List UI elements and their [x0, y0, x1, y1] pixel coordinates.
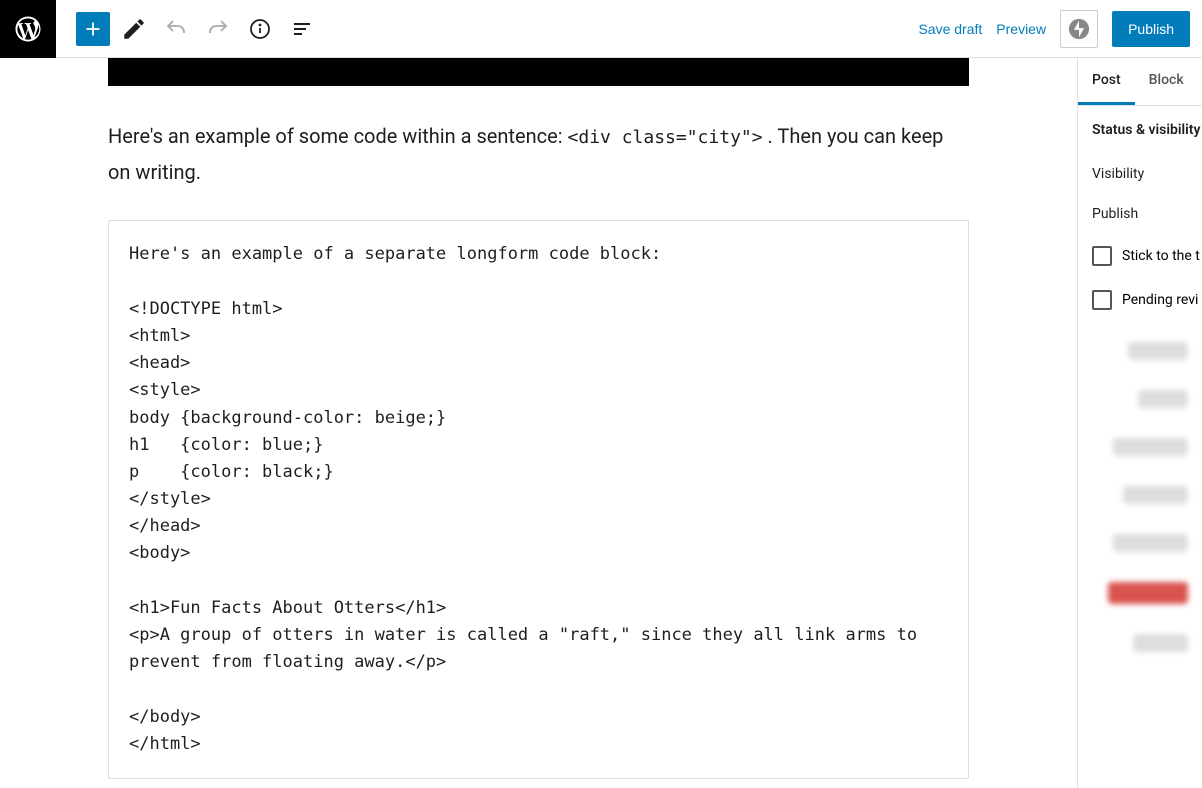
code-block[interactable]: Here's an example of a separate longform…	[108, 220, 969, 779]
wordpress-logo[interactable]	[0, 0, 56, 58]
pending-checkbox[interactable]	[1092, 290, 1112, 310]
jetpack-icon	[1068, 18, 1090, 40]
undo-icon	[164, 17, 188, 41]
publish-button[interactable]: Publish	[1112, 11, 1190, 47]
tab-block[interactable]: Block	[1135, 58, 1198, 105]
outline-icon	[290, 17, 314, 41]
sidebar-tabs: Post Block	[1078, 58, 1202, 106]
editor-canvas[interactable]: Here's an example of some code within a …	[0, 58, 1077, 788]
undo-button[interactable]	[158, 11, 194, 47]
settings-sidebar: Post Block Status & visibility Visibilit…	[1077, 58, 1202, 788]
pending-label: Pending revi	[1122, 292, 1198, 308]
inline-code: <div class="city">	[568, 127, 763, 148]
paragraph-block[interactable]: Here's an example of some code within a …	[108, 118, 969, 190]
info-icon	[248, 17, 272, 41]
sticky-row: Stick to the t	[1078, 234, 1202, 278]
cover-block[interactable]	[108, 58, 969, 86]
info-button[interactable]	[242, 11, 278, 47]
blurred-item	[1128, 342, 1188, 360]
add-block-button[interactable]	[76, 12, 110, 46]
blurred-panels	[1078, 342, 1202, 652]
redo-button[interactable]	[200, 11, 236, 47]
pending-row: Pending revi	[1078, 278, 1202, 322]
blurred-item	[1133, 634, 1188, 652]
top-toolbar: Save draft Preview Publish	[0, 0, 1202, 58]
redo-icon	[206, 17, 230, 41]
edit-mode-button[interactable]	[116, 11, 152, 47]
plus-icon	[82, 18, 104, 40]
blurred-item	[1138, 390, 1188, 408]
toolbar-left	[56, 11, 320, 47]
jetpack-button[interactable]	[1060, 10, 1098, 48]
outline-button[interactable]	[284, 11, 320, 47]
status-visibility-heading[interactable]: Status & visibility	[1078, 106, 1202, 154]
blurred-item	[1123, 486, 1188, 504]
blurred-item	[1113, 534, 1188, 552]
visibility-row[interactable]: Visibility	[1078, 154, 1202, 194]
sticky-checkbox[interactable]	[1092, 246, 1112, 266]
toolbar-right: Save draft Preview Publish	[918, 10, 1202, 48]
publish-row[interactable]: Publish	[1078, 194, 1202, 234]
blurred-item	[1113, 438, 1188, 456]
tab-post[interactable]: Post	[1078, 58, 1135, 105]
save-draft-button[interactable]: Save draft	[918, 21, 982, 37]
paragraph-text-before: Here's an example of some code within a …	[108, 124, 568, 148]
pencil-icon	[121, 16, 147, 42]
content-area: Here's an example of some code within a …	[0, 58, 1202, 788]
wordpress-icon	[13, 14, 43, 44]
preview-button[interactable]: Preview	[996, 21, 1046, 37]
blurred-item	[1108, 582, 1188, 604]
sticky-label: Stick to the t	[1122, 248, 1200, 264]
